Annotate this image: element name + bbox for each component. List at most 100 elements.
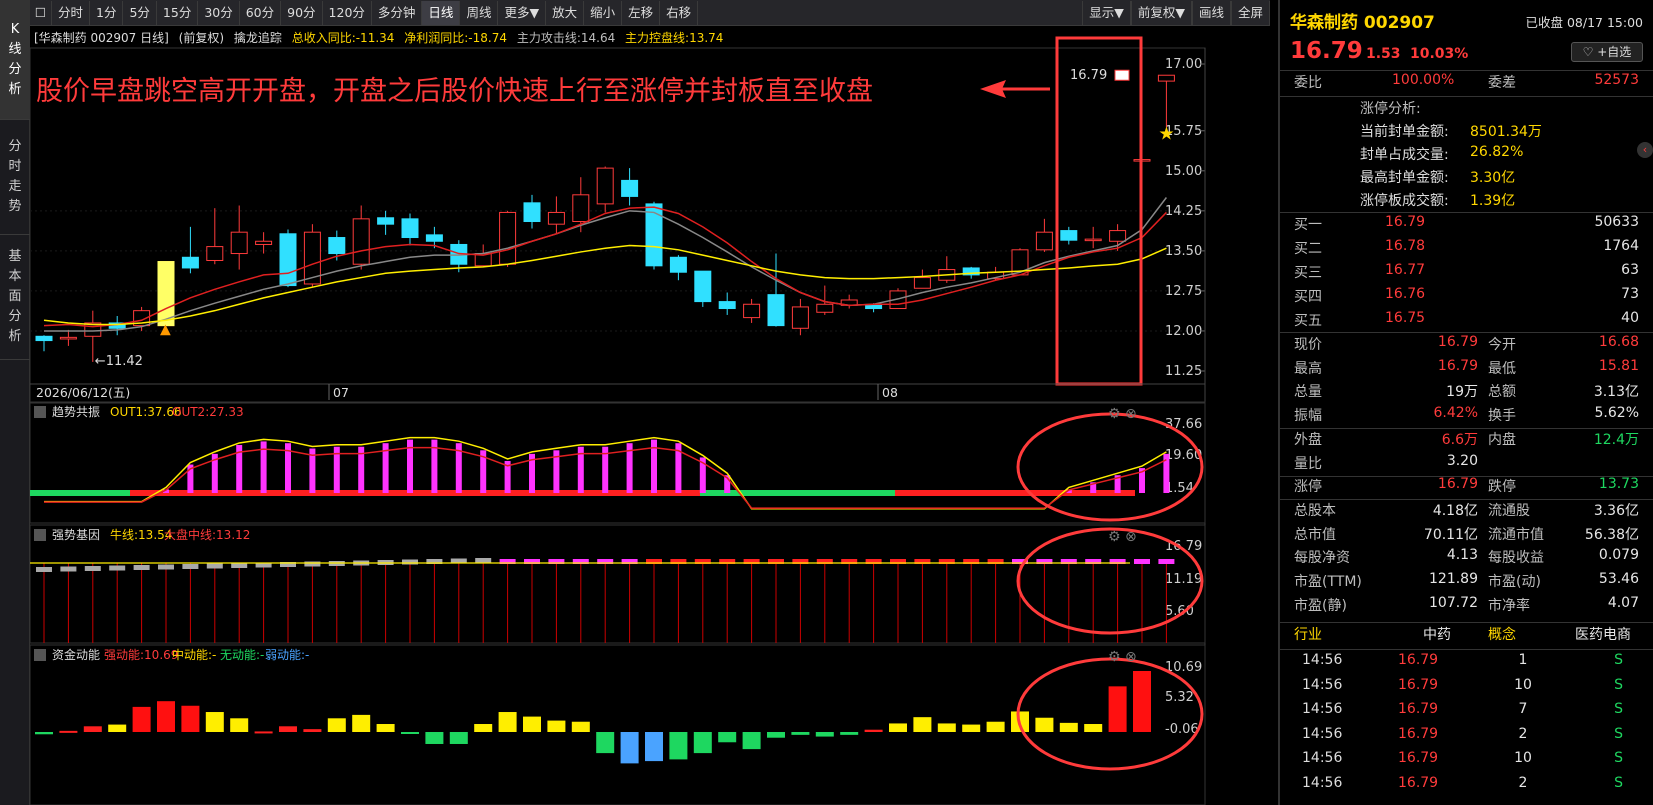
- trade-volume: 2: [1518, 725, 1528, 742]
- collapse-arrow-icon[interactable]: ‹: [1637, 142, 1653, 158]
- toolbar-btn-2[interactable]: 5分: [123, 0, 157, 25]
- bid-level-label: 买三: [1294, 265, 1322, 281]
- left-tab-char: 势: [8, 199, 22, 214]
- toolbar-right-btn-3[interactable]: 全屏: [1230, 1, 1270, 25]
- ind3-bar: [132, 706, 151, 732]
- ind3-bar: [669, 732, 688, 760]
- toolbar-btn-1[interactable]: 1分: [90, 0, 124, 25]
- toolbar-right-btn-2[interactable]: 画线: [1191, 1, 1231, 25]
- separator: [1280, 649, 1653, 650]
- industry-item: 概念: [1488, 627, 1516, 643]
- stat-label: 市盈(动): [1488, 574, 1541, 590]
- toolbar-right-btn-0[interactable]: 显示▼: [1082, 1, 1131, 25]
- ind3-bar: [35, 732, 53, 735]
- kline-chart[interactable]: 17.0015.7515.0014.2513.5012.7512.0011.25…: [30, 26, 1278, 805]
- ind3-bar: [791, 732, 810, 735]
- price-axis-label: 14.25: [1165, 204, 1202, 219]
- candle-body: [596, 167, 614, 205]
- stat-label: 最高: [1294, 360, 1322, 377]
- price-axis-label: 12.75: [1165, 284, 1202, 299]
- left-tab-char: 线: [8, 41, 22, 57]
- ind3-bar: [303, 729, 322, 732]
- left-tab-2[interactable]: 基本面分析: [0, 235, 30, 360]
- toolbar-right-btn-1[interactable]: 前复权▼: [1130, 1, 1192, 25]
- stat-value: 3.36亿: [1593, 502, 1639, 519]
- industry-item[interactable]: 中药: [1423, 624, 1451, 644]
- toolbar-check-icon[interactable]: ☐: [30, 0, 52, 25]
- ind3-bar: [474, 724, 493, 732]
- stat-label: 最低: [1488, 360, 1516, 377]
- toolbar-btn-3[interactable]: 15分: [157, 0, 199, 25]
- bid-level-label: 买二: [1294, 241, 1322, 257]
- candle-body: [669, 256, 687, 273]
- ind3-bar: [254, 731, 273, 734]
- weibi-value: 100.00%: [1392, 72, 1455, 88]
- ind3-bar: [449, 732, 468, 744]
- trade-price: 16.79: [1398, 676, 1439, 693]
- toolbar-btn-15[interactable]: 右移: [660, 0, 699, 25]
- market-status: 已收盘 08/17 15:00: [1525, 15, 1644, 30]
- ind3-bar: [693, 732, 712, 754]
- toolbar-btn-14[interactable]: 左移: [622, 0, 661, 25]
- toolbar-btn-6[interactable]: 90分: [281, 0, 323, 25]
- toolbar-btn-4[interactable]: 30分: [198, 0, 240, 25]
- price-axis-label: 13.50: [1165, 244, 1202, 259]
- trade-price: 16.79: [1398, 701, 1439, 717]
- ind2-panel-border: [30, 524, 1206, 644]
- left-tab-1[interactable]: 分时走势: [0, 120, 30, 235]
- stat-value: 12.4万: [1593, 431, 1639, 448]
- toolbar-btn-8[interactable]: 多分钟: [372, 0, 423, 25]
- stat-value: 4.18亿: [1432, 502, 1478, 519]
- trade-time: 14:56: [1302, 725, 1343, 742]
- toolbar-btn-10[interactable]: 周线: [460, 0, 499, 25]
- toolbar-btn-9[interactable]: 日线: [422, 0, 461, 25]
- ind3-bar: [718, 732, 737, 743]
- ind3-bar: [815, 732, 834, 737]
- ind3-bar: [571, 721, 590, 732]
- candle-body: [816, 303, 834, 313]
- bid-price: 16.75: [1385, 310, 1426, 326]
- price-axis-label: 15.00: [1165, 164, 1202, 179]
- toolbar-btn-11[interactable]: 更多▼: [498, 0, 547, 25]
- limit-analysis-title: 涨停分析:: [1360, 101, 1421, 117]
- ind2-block: [206, 563, 223, 569]
- industry-item[interactable]: 医药电商: [1575, 624, 1631, 644]
- ind3-bar: [986, 721, 1005, 732]
- bid-price: 16.76: [1385, 286, 1426, 302]
- trade-time: 14:56: [1302, 750, 1343, 766]
- left-tab-0[interactable]: K线分析: [0, 0, 30, 120]
- separator: [1280, 70, 1653, 71]
- candle-body: [865, 304, 883, 310]
- separator: [1280, 332, 1653, 333]
- candle-body: [425, 234, 443, 242]
- period-toolbar: ☐ 分时 1分 5分 15分 30分 60分 90分 120分 多分钟 日线 周线 更多▼ 放大 缩小 左移右…: [30, 0, 1270, 26]
- trade-volume: 7: [1518, 701, 1528, 717]
- date-axis-label: 2026/06/12(五): [36, 385, 130, 400]
- candle-body: [377, 217, 395, 225]
- trade-time: 14:56: [1302, 774, 1343, 791]
- ind2-block: [36, 567, 52, 572]
- ind2-name: 强势基因: [52, 528, 100, 542]
- toolbar-btn-5[interactable]: 60分: [240, 0, 282, 25]
- toolbar-btn-0[interactable]: 分时: [52, 0, 91, 25]
- price-axis-label: 12.00: [1165, 324, 1202, 339]
- candle-body: [181, 256, 199, 269]
- help-icon: [34, 649, 46, 661]
- limit-analysis-value: 8501.34万: [1470, 124, 1542, 140]
- trade-side: S: [1614, 652, 1623, 668]
- candle-body: [499, 211, 517, 265]
- toolbar-btn-13[interactable]: 缩小: [584, 0, 623, 25]
- candle-body: [523, 202, 541, 223]
- stat-value: 70.11亿: [1423, 526, 1478, 543]
- toolbar-btn-7[interactable]: 120分: [323, 0, 372, 25]
- separator: [1280, 622, 1653, 623]
- add-favorite-button[interactable]: ♡ +自选: [1571, 42, 1643, 62]
- toolbar-btn-12[interactable]: 放大: [546, 0, 585, 25]
- ind3-bar: [1084, 724, 1103, 732]
- stat-label: 每股净资: [1294, 550, 1350, 567]
- ind1-green-band: [30, 490, 130, 496]
- stat-value: 4.13: [1446, 547, 1478, 564]
- weicha-value: 52573: [1594, 72, 1639, 88]
- candle-body: [743, 303, 761, 319]
- bid-volume: 1764: [1603, 238, 1639, 254]
